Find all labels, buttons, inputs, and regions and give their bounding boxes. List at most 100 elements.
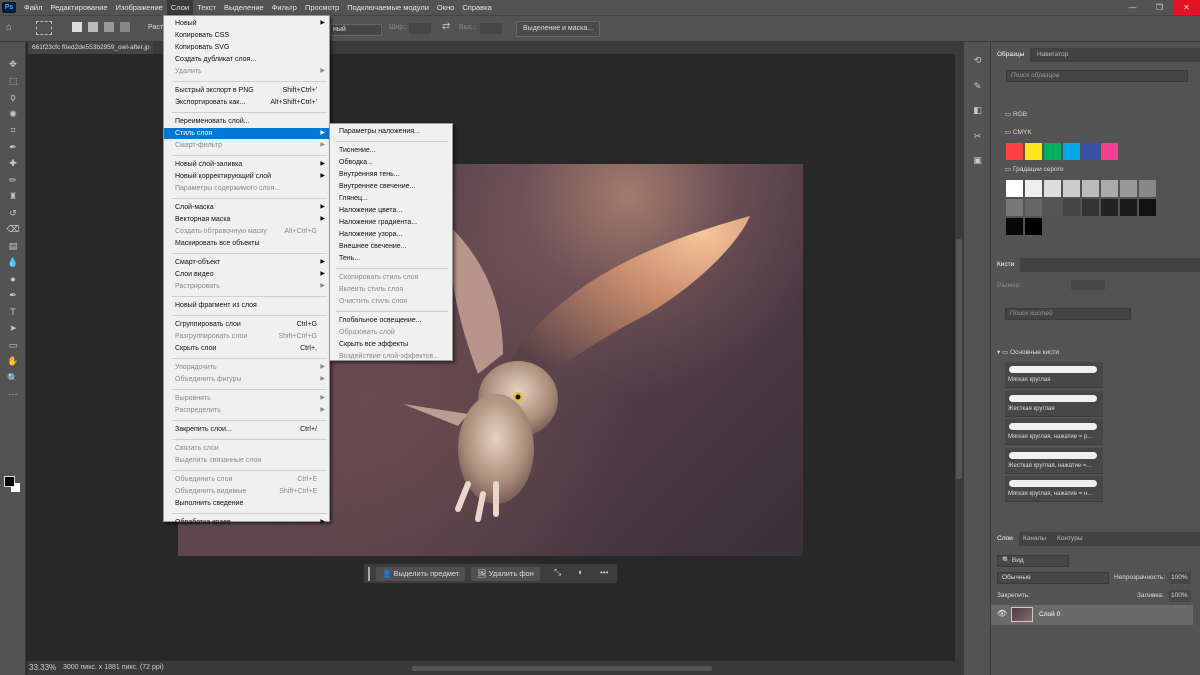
layer-menu-item[interactable]: Закрепить слои... Ctrl+/ bbox=[164, 424, 329, 435]
gray-swatch[interactable] bbox=[1120, 199, 1137, 216]
menu-5[interactable]: Выделение bbox=[220, 0, 268, 15]
layer-menu-item[interactable]: Распределить ▶ bbox=[164, 405, 329, 416]
menu-8[interactable]: Подключаемые модули bbox=[343, 0, 433, 15]
color-swatch[interactable] bbox=[1082, 143, 1099, 160]
new-selection-icon[interactable] bbox=[72, 22, 82, 32]
layer-menu-item[interactable]: Слой-маска ▶ bbox=[164, 202, 329, 213]
swatch-group-rgb[interactable]: ▭ RGB bbox=[1005, 109, 1027, 121]
minimize-button[interactable]: — bbox=[1119, 0, 1146, 15]
dodge-icon[interactable]: ● bbox=[6, 273, 20, 286]
select-and-mask-button[interactable]: Выделение и маска... bbox=[516, 21, 601, 37]
tab-brushes[interactable]: Кисти bbox=[991, 258, 1021, 272]
vertical-scroll-thumb[interactable] bbox=[956, 239, 962, 479]
layer-menu-item[interactable]: Упорядочить ▶ bbox=[164, 362, 329, 373]
intersect-selection-icon[interactable] bbox=[120, 22, 130, 32]
layer-menu-item[interactable]: Разгруппировать слои Shift+Ctrl+G bbox=[164, 331, 329, 342]
layer-style-item[interactable]: Тиснение... bbox=[330, 145, 452, 156]
layer-style-item[interactable]: Внутреннее свечение... bbox=[330, 181, 452, 192]
tab-layers[interactable]: Слои bbox=[991, 532, 1019, 546]
layer-style-item[interactable]: Очистить стиль слоя bbox=[330, 296, 452, 307]
photoshop-logo-icon[interactable]: Ps bbox=[2, 2, 16, 13]
zoom-tool-icon[interactable]: 🔍 bbox=[6, 372, 20, 385]
swatch-group-gray[interactable]: ▭ Градации серого bbox=[1005, 164, 1063, 176]
brush-preset[interactable]: Мягкая круглая, нажатие = р... bbox=[1005, 419, 1103, 445]
transform-icon[interactable]: ⤡ bbox=[554, 567, 561, 578]
lasso-tool-icon[interactable]: ϙ bbox=[6, 91, 20, 104]
clone-stamp-icon[interactable]: ♜ bbox=[6, 190, 20, 203]
layer-menu-item[interactable]: Параметры содержимого слоя... bbox=[164, 183, 329, 194]
layer-style-item[interactable]: Вклеить стиль слоя bbox=[330, 284, 452, 295]
layer-style-item[interactable]: Наложение цвета... bbox=[330, 205, 452, 216]
history-icon[interactable]: ⟲ bbox=[971, 54, 984, 67]
menu-7[interactable]: Просмотр bbox=[301, 0, 343, 15]
layer-menu-item[interactable]: Копировать SVG bbox=[164, 42, 329, 53]
more-options-icon[interactable]: ••• bbox=[600, 568, 608, 577]
layer-style-item[interactable]: Воздействие слой-эффектов... bbox=[330, 351, 452, 362]
tab-swatches[interactable]: Образцы bbox=[991, 48, 1031, 62]
layer-menu-item[interactable]: Стиль слоя ▶ bbox=[164, 128, 329, 139]
tab-navigator[interactable]: Навигатор bbox=[1031, 48, 1074, 62]
document-info[interactable]: 3000 пикс. x 1881 пикс. (72 ppi) bbox=[63, 661, 164, 675]
gray-swatch[interactable] bbox=[1006, 180, 1023, 197]
layer-style-item[interactable]: Образовать слой bbox=[330, 327, 452, 338]
zoom-level[interactable]: 33.33% bbox=[29, 661, 56, 675]
layer-menu-item[interactable]: Объединить слои Ctrl+E bbox=[164, 474, 329, 485]
layer-name[interactable]: Слой 0 bbox=[1039, 611, 1060, 618]
layer-menu-item[interactable]: Векторная маска ▶ bbox=[164, 214, 329, 225]
layer-menu-item[interactable]: Создать обтравочную маску Alt+Ctrl+G bbox=[164, 226, 329, 237]
color-swatch[interactable] bbox=[1101, 143, 1118, 160]
tab-channels[interactable]: Каналы bbox=[1017, 532, 1052, 546]
layer-style-item[interactable]: Внешнее свечение... bbox=[330, 241, 452, 252]
gray-swatch[interactable] bbox=[1006, 218, 1023, 235]
maximize-button[interactable]: ❐ bbox=[1146, 0, 1173, 15]
layer-style-item[interactable]: Параметры наложения... bbox=[330, 126, 452, 137]
brush-search-input[interactable]: Поиск кистей bbox=[1005, 308, 1131, 320]
gray-swatch[interactable] bbox=[1082, 199, 1099, 216]
layer-menu-item[interactable]: Удалить ▶ bbox=[164, 66, 329, 77]
menu-1[interactable]: Редактирование bbox=[46, 0, 111, 15]
layer-menu-item[interactable]: Объединить видимые Shift+Ctrl+E bbox=[164, 486, 329, 497]
brush-preset[interactable]: Мягкая круглая, нажатие = н... bbox=[1005, 476, 1103, 502]
gray-swatch[interactable] bbox=[1044, 180, 1061, 197]
properties-icon[interactable]: ✎ bbox=[971, 80, 984, 93]
fill-input[interactable]: 100% bbox=[1169, 590, 1191, 602]
layer-menu-item[interactable]: Переименовать слой... bbox=[164, 116, 329, 127]
gray-swatch[interactable] bbox=[1044, 199, 1061, 216]
height-input[interactable] bbox=[480, 23, 502, 34]
layer-menu-item[interactable]: Скрыть слои Ctrl+, bbox=[164, 343, 329, 354]
brush-tool-icon[interactable]: ✏ bbox=[6, 174, 20, 187]
horizontal-scrollbar[interactable] bbox=[412, 666, 712, 671]
move-tool-icon[interactable]: ✥ bbox=[6, 58, 20, 71]
gray-swatch[interactable] bbox=[1063, 199, 1080, 216]
layer-menu-item[interactable]: Обработка краев ▶ bbox=[164, 517, 329, 528]
layer-menu-item[interactable]: Выполнить сведение bbox=[164, 498, 329, 509]
select-subject-button[interactable]: 👤 Выделить предмет bbox=[376, 567, 466, 581]
layer-menu-item[interactable]: Связать слои bbox=[164, 443, 329, 454]
document-tab[interactable]: 661f23cfc f0ed2de553b2959_owl-after.jp bbox=[28, 42, 154, 54]
libraries-icon[interactable]: ▣ bbox=[971, 154, 984, 167]
foreground-color-swatch[interactable] bbox=[4, 476, 15, 487]
eyedropper-icon[interactable]: ✒ bbox=[6, 141, 20, 154]
vertical-scrollbar[interactable] bbox=[955, 54, 963, 661]
menu-3[interactable]: Слои bbox=[166, 0, 194, 15]
brush-preset[interactable]: Мягкая круглая bbox=[1005, 362, 1103, 388]
brush-group[interactable]: ▾ ▭ Основные кисти bbox=[997, 347, 1059, 359]
menu-10[interactable]: Справка bbox=[458, 0, 495, 15]
menu-9[interactable]: Окно bbox=[433, 0, 458, 15]
width-input[interactable] bbox=[409, 23, 431, 34]
gray-swatch[interactable] bbox=[1120, 180, 1137, 197]
layer-menu-item[interactable]: Быстрый экспорт в PNG Shift+Ctrl+' bbox=[164, 85, 329, 96]
swatch-search-input[interactable]: Поиск образцов bbox=[1006, 70, 1188, 82]
color-swatch[interactable] bbox=[1063, 143, 1080, 160]
contrast-icon[interactable]: ◐ bbox=[578, 567, 583, 577]
brush-size-input[interactable] bbox=[1071, 280, 1105, 290]
home-icon[interactable]: ⌂ bbox=[6, 22, 12, 33]
gray-swatch[interactable] bbox=[1139, 199, 1156, 216]
path-select-icon[interactable]: ➤ bbox=[6, 322, 20, 335]
layer-menu-item[interactable]: Смарт-объект ▶ bbox=[164, 257, 329, 268]
gray-swatch[interactable] bbox=[1006, 199, 1023, 216]
swatch-group-cmyk[interactable]: ▭ CMYK bbox=[1005, 127, 1032, 139]
layer-menu-item[interactable]: Копировать CSS bbox=[164, 30, 329, 41]
gray-swatch[interactable] bbox=[1025, 218, 1042, 235]
gray-swatch[interactable] bbox=[1063, 180, 1080, 197]
